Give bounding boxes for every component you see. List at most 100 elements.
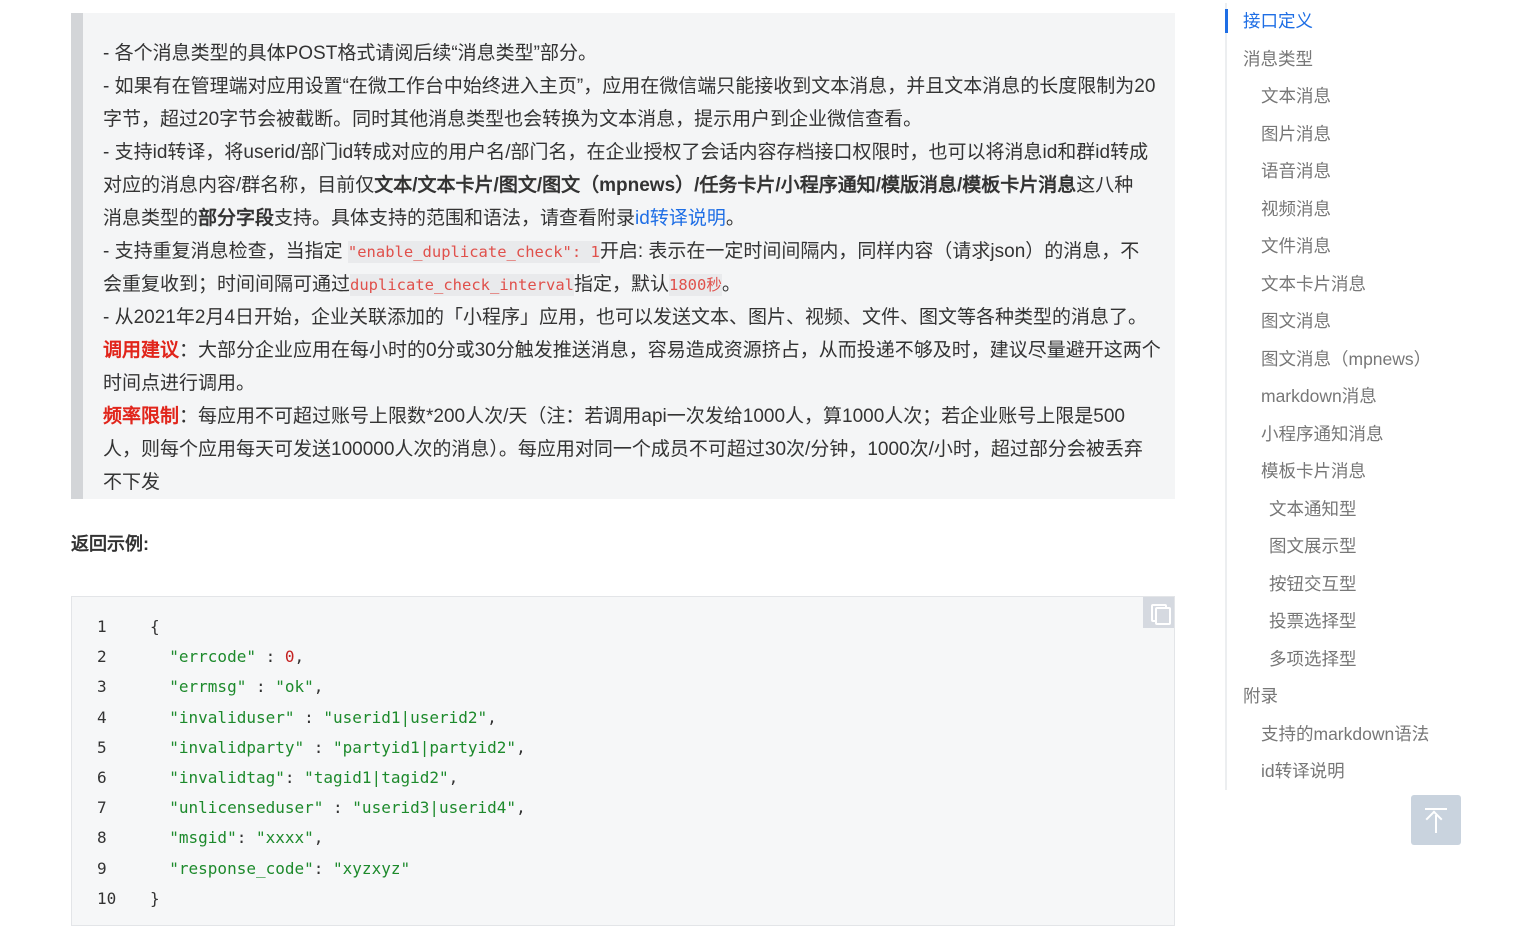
code-token: } [150,888,160,908]
toc-item[interactable]: 文本消息 [1261,84,1331,108]
code-token: : [236,828,256,848]
line-number: 1 [97,617,107,636]
toc-active-indicator [1225,9,1228,33]
back-to-top-button[interactable] [1411,795,1461,845]
toc-item[interactable]: 投票选择型 [1269,609,1357,633]
code-block: 1 {2 "errcode" : 0, 3 "errmsg" : "ok", 4 "i… [71,596,1175,926]
table-of-contents: 接口定义消息类型文本消息图片消息语音消息视频消息文件消息文本卡片消息 图文消息图文… [1225,3,1505,790]
notice-text: ：每应用不可超过账号上限数*200人次/天（注：若调用api一次发给1000人，… [179,406,1125,427]
code-text: "errcode" : 0, [150,642,304,672]
code-token: , [516,798,526,818]
code-token: "invaliduser" [169,707,295,727]
toc-item[interactable]: markdown消息 [1261,384,1377,408]
code-token: "msgid" [169,828,237,848]
code-text: "invalidtag": "tagid1|tagid2", [150,763,458,793]
notice-text: 指定，默认 [573,274,669,295]
code-token: 0 [284,647,295,667]
notice-text: 对应的消息内容/群名称，目前仅 [103,175,375,196]
notice-text: - 支持重复消息检查，当指定 [103,241,348,262]
notice-text: ：大部分企业应用在每小时的0分或30分触发推送消息，容易造成资源挤占，从而投递不… [179,340,1161,361]
inline-code: duplicate_check_interval [350,274,574,296]
code-token: : [284,768,305,787]
code-token: : [313,858,334,878]
toc-item[interactable]: 文本通知型 [1269,497,1357,521]
toc-item[interactable]: 按钮交互型 [1269,572,1357,596]
toc-item[interactable]: 视频消息 [1261,197,1331,221]
toc-item[interactable]: 图片消息 [1261,122,1331,146]
line-number: 9 [97,858,107,878]
code-token: "invalidtag" [169,768,285,787]
notice-text: 会重复收到；时间间隔可通过 [103,274,351,295]
toc-item[interactable]: 图文消息（mpnews） [1261,347,1431,371]
notice-line: 人，则每个应用每天可发送100000人次的消息）。每应用对同一个成员不可超过30… [103,439,1143,460]
return-example-heading: 返回示例: [71,534,149,554]
notice-text: 这八种 [1076,175,1134,196]
code-token: "xyzxyz" [333,858,411,878]
code-text: "invalidparty" : "partyid1|partyid2", [150,733,525,763]
toc-item[interactable]: 图文消息 [1261,309,1331,333]
code-token: : [255,647,285,667]
notice-line: 会重复收到；时间间隔可通过duplicate_check_interval指定，… [103,273,741,297]
code-token: , [313,677,324,697]
notice-line: 调用建议：大部分企业应用在每小时的0分或30分触发推送消息，容易造成资源挤占，从… [103,339,1161,363]
notice-line: 字节，超过20字节会被截断。同时其他消息类型也会转换为文本消息，提示用户到企业微… [103,109,923,130]
notice-line: - 从2021年2月4日开始，企业关联添加的「小程序」应用，也可以发送文本、图片… [103,307,1148,328]
code-token: "unlicenseduser" [169,798,324,818]
toc-item[interactable]: 文件消息 [1261,234,1331,258]
code-token: , [294,647,305,667]
notice-bold-text: 文本/文本卡片/图文/图文（mpnews）/任务卡片/小程序通知/模版消息/模板… [374,175,1077,196]
notice-text: 开启: 表示在一定时间间隔内，同样内容（请求json）的消息，不 [599,241,1140,262]
notice-line: 频率限制：每应用不可超过账号上限数*200人次/天（注：若调用api一次发给10… [103,405,1125,429]
code-text: "errmsg" : "ok", [150,672,323,702]
code-token: "partyid1|partyid2" [333,737,517,757]
toc-item[interactable]: 语音消息 [1261,159,1331,183]
code-token: : [323,798,353,818]
notice-line: 不下发 [103,472,161,493]
code-token: "response_code" [169,858,314,878]
code-token: { [150,617,160,636]
toc-item[interactable]: 支持的markdown语法 [1261,722,1429,746]
code-token: : [304,737,334,757]
arrow-up-head [1425,810,1443,828]
code-text: "msgid": "xxxx", [150,823,323,853]
code-token: "errcode" [169,647,256,667]
arrow-up-icon [1425,808,1447,810]
code-token: "invalidparty" [169,737,305,757]
notice-text: 支持。具体支持的范围和语法，请查看附录 [274,208,636,229]
line-number: 10 [97,888,117,908]
toc-item[interactable]: 图文展示型 [1269,534,1357,558]
toc-item[interactable]: 文本卡片消息 [1261,272,1366,296]
copy-button[interactable] [1143,597,1174,628]
code-token: "xxxx" [255,828,314,848]
code-token: "userid3|userid4" [352,798,517,818]
toc-item[interactable]: 消息类型 [1243,47,1313,71]
notice-text: 消息类型的 [103,208,199,229]
inline-code: "enable_duplicate_check": 1 [347,241,600,263]
notice-text: 。 [721,274,741,295]
notice-line: 对应的消息内容/群名称，目前仅文本/文本卡片/图文/图文（mpnews）/任务卡… [103,174,1133,198]
toc-item[interactable]: 小程序通知消息 [1261,422,1384,446]
code-token: , [487,707,497,727]
call-advice-label: 调用建议 [103,340,180,361]
rate-limit-label: 频率限制 [103,406,180,427]
id-translation-link[interactable]: id转译说明 [635,208,726,229]
toc-item[interactable]: id转译说明 [1261,759,1345,783]
line-number: 6 [97,768,107,787]
notice-line: 时间点进行调用。 [103,373,256,394]
toc-item[interactable]: 接口定义 [1243,9,1313,33]
notice-text: 。 [725,208,745,229]
code-text: "response_code": "xyzxyz" [150,854,410,884]
code-text: } [150,884,160,914]
code-token: "errmsg" [169,677,247,697]
toc-item[interactable]: 附录 [1243,684,1278,708]
code-token: "ok" [275,677,314,697]
notice-line: 消息类型的部分字段支持。具体支持的范围和语法，请查看附录id转译说明。 [103,207,745,231]
code-text: "invaliduser" : "userid1|userid2", [150,703,497,733]
toc-item[interactable]: 多项选择型 [1269,647,1357,671]
line-number: 8 [97,828,107,848]
code-token: , [313,828,324,848]
notice-line: - 如果有在管理端对应用设置“在微工作台中始终进入主页”，应用在微信端只能接收到… [103,76,1156,97]
notice-line: - 支持重复消息检查，当指定 "enable_duplicate_check":… [103,240,1139,264]
notice-block: - 各个消息类型的具体POST格式请阅后续“消息类型”部分。 - 如果有在管理端… [71,13,1175,499]
toc-item[interactable]: 模板卡片消息 [1261,459,1366,483]
